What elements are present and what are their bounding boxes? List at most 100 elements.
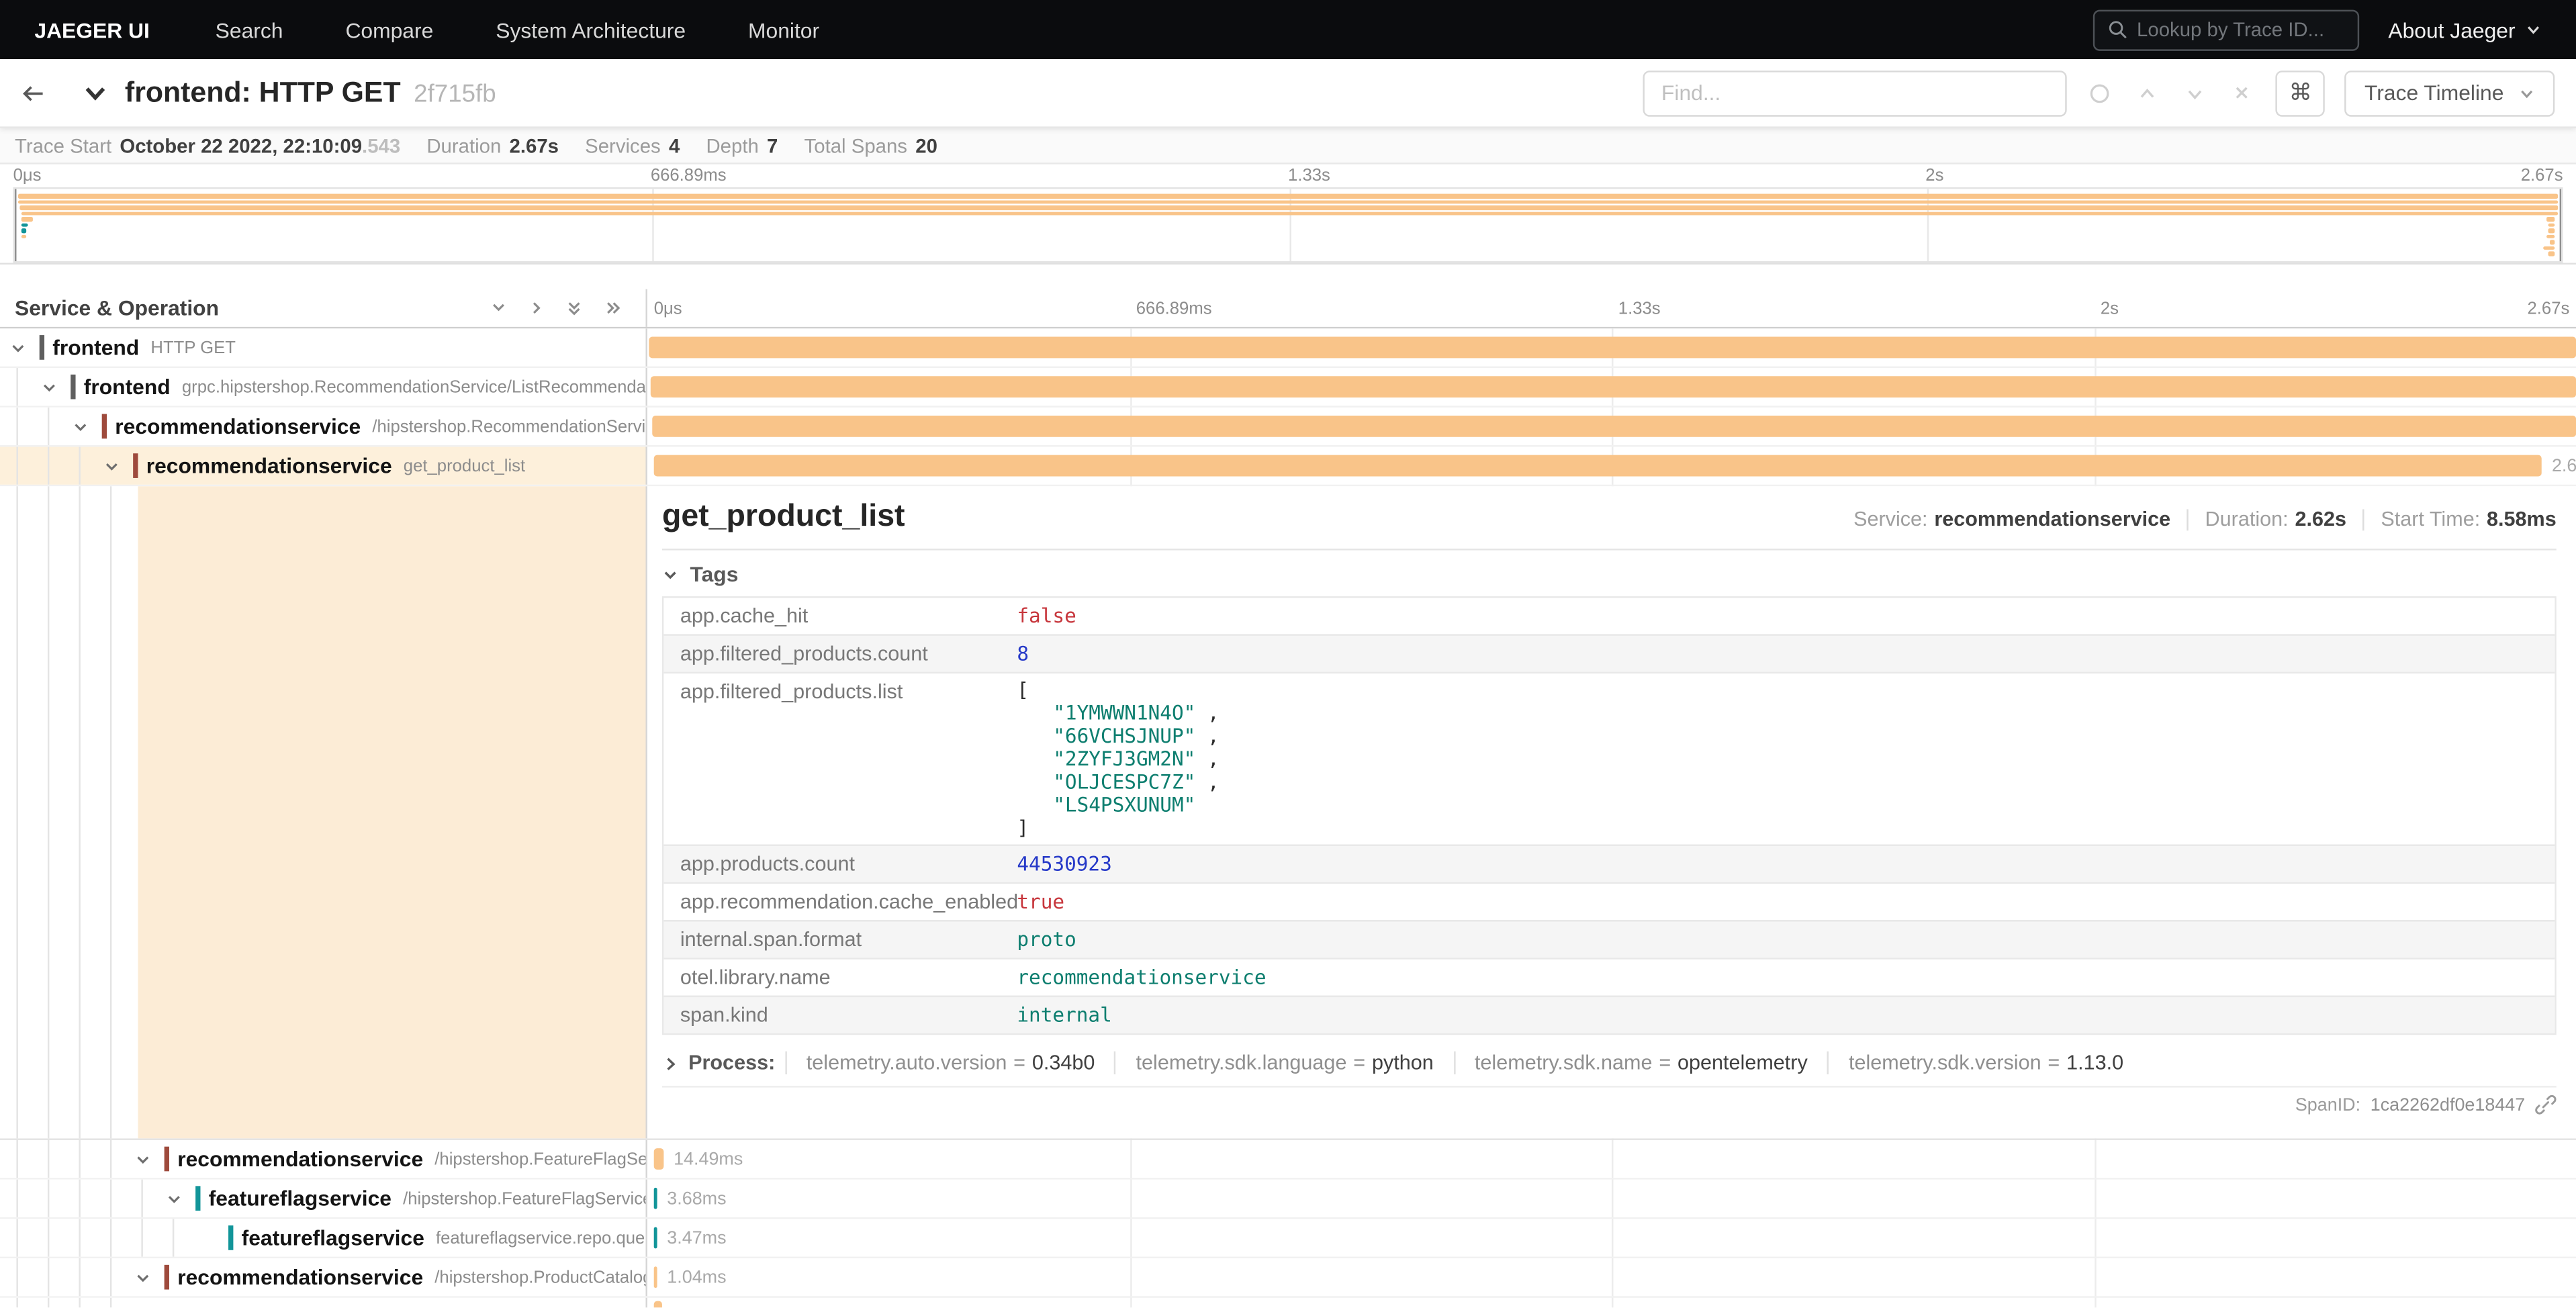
ruler-tick-label: 2.67s xyxy=(2527,289,2569,329)
back-button[interactable] xyxy=(19,80,46,106)
span-operation-name: /hipstershop.FeatureFlagService/Ge... xyxy=(403,1188,645,1208)
minimap-tick-label: 666.89ms xyxy=(651,165,727,187)
trace-minimap: 0μs 666.89ms 1.33s 2s 2.67s xyxy=(0,165,2576,265)
minimap-canvas[interactable] xyxy=(13,187,2563,263)
minimap-span xyxy=(19,205,2558,209)
span-detail-row: get_product_list Service:recommendations… xyxy=(0,486,2576,1140)
trace-total-spans: Total Spans20 xyxy=(804,134,937,156)
span-bar[interactable] xyxy=(649,337,2575,359)
find-next-button[interactable] xyxy=(2184,81,2207,104)
span-bar[interactable] xyxy=(653,1148,663,1170)
tag-key: app.filtered_products.count xyxy=(663,636,1001,672)
nav-item-search[interactable]: Search xyxy=(184,17,314,42)
span-row[interactable]: featureflagservice /hipstershop.FeatureF… xyxy=(0,1180,2576,1219)
ruler-tick-label: 0μs xyxy=(654,289,682,329)
trace-id-lookup[interactable] xyxy=(2092,9,2358,50)
expand-one-icon[interactable] xyxy=(527,299,545,317)
nav-item-compare[interactable]: Compare xyxy=(314,17,465,42)
collapse-chevron-icon[interactable] xyxy=(73,418,89,434)
span-duration-label: 3.68ms xyxy=(667,1189,726,1209)
span-service-name: recommendationservice xyxy=(165,1265,424,1290)
span-bar[interactable] xyxy=(654,1266,657,1288)
minimap-tick-label: 2s xyxy=(1925,165,1943,187)
about-jaeger-menu[interactable]: About Jaeger xyxy=(2358,17,2576,42)
minimap-scrubber-left[interactable] xyxy=(15,189,16,261)
collapse-all-icon[interactable] xyxy=(565,298,584,318)
span-service-name: frontend xyxy=(40,335,140,360)
process-tag: telemetry.sdk.version=1.13.0 xyxy=(1827,1052,2143,1074)
tag-key: app.recommendation.cache_enabled xyxy=(663,884,1001,920)
service-operation-header: Service & Operation xyxy=(0,289,647,327)
span-row-selected[interactable]: recommendationservice get_product_list 2… xyxy=(0,447,2576,486)
tag-value: internal xyxy=(1017,1004,1111,1027)
nav-item-system-architecture[interactable]: System Architecture xyxy=(465,17,717,42)
app-logo[interactable]: JAEGER UI xyxy=(0,17,184,42)
minimap-span xyxy=(2547,228,2555,232)
tag-row: app.filtered_products.list [ "1YMWWN1N4O… xyxy=(663,672,2555,845)
span-row[interactable]: frontend HTTP GET xyxy=(0,328,2576,368)
ruler-tick-label: 666.89ms xyxy=(1136,289,1212,329)
trace-depth: Depth7 xyxy=(706,134,778,156)
service-operation-title: Service & Operation xyxy=(15,295,490,320)
tag-key: internal.span.format xyxy=(663,921,1001,957)
span-bar[interactable] xyxy=(655,1227,658,1249)
command-icon: ⌘ xyxy=(2289,79,2312,107)
tag-key: app.filtered_products.list xyxy=(663,673,1001,844)
find-status-icon[interactable] xyxy=(2088,81,2111,104)
span-bar[interactable] xyxy=(651,376,2575,398)
collapse-chevron-icon[interactable] xyxy=(135,1151,151,1167)
span-row[interactable] xyxy=(0,1298,2576,1308)
trace-view-label: Trace Timeline xyxy=(2364,81,2503,105)
timeline-header: Service & Operation 0μs 666.89ms 1.33s 2… xyxy=(0,289,2576,329)
find-input[interactable] xyxy=(1643,70,2067,116)
span-bar[interactable] xyxy=(653,455,2542,477)
find-prev-button[interactable] xyxy=(2136,81,2159,104)
span-operation-name: featureflagservice.repo.query:fe... xyxy=(436,1228,645,1248)
deep-link-icon[interactable] xyxy=(2535,1094,2557,1115)
span-row[interactable]: featureflagservice featureflagservice.re… xyxy=(0,1219,2576,1258)
minimap-scrubber-right[interactable] xyxy=(2560,189,2561,261)
collapse-chevron-icon[interactable] xyxy=(10,339,26,355)
chevron-down-icon xyxy=(2518,85,2534,101)
collapse-chevron-icon[interactable] xyxy=(135,1269,151,1285)
tag-value: [ "1YMWWN1N4O" , "66VCHSJNUP" , "2ZYFJ3G… xyxy=(1001,673,1236,844)
span-id-value: 1ca2262df0e18447 xyxy=(2371,1095,2526,1115)
span-bar[interactable] xyxy=(653,1301,661,1308)
minimap-tick-label: 1.33s xyxy=(1288,165,1330,187)
collapse-chevron-icon[interactable] xyxy=(41,379,57,395)
tag-row: internal.span.format proto xyxy=(663,920,2555,957)
span-row[interactable]: recommendationservice /hipstershop.Featu… xyxy=(0,1140,2576,1180)
minimap-span xyxy=(18,199,2558,203)
find-clear-icon[interactable] xyxy=(2232,82,2253,103)
jaeger-trace-page: JAEGER UI Search Compare System Architec… xyxy=(0,0,2576,1308)
minimap-tick-label: 0μs xyxy=(13,165,42,187)
collapse-one-icon[interactable] xyxy=(490,299,508,317)
collapse-chevron-icon[interactable] xyxy=(103,457,120,473)
minimap-span xyxy=(2546,234,2555,238)
tree-guide xyxy=(110,1298,111,1308)
collapse-chevron-icon[interactable] xyxy=(166,1190,182,1206)
tags-section-toggle[interactable]: Tags xyxy=(662,562,2557,587)
span-row[interactable]: recommendationservice /hipstershop.Recom… xyxy=(0,408,2576,447)
minimap-ruler: 0μs 666.89ms 1.33s 2s 2.67s xyxy=(13,165,2563,187)
process-section-toggle[interactable]: Process: telemetry.auto.version=0.34b0 t… xyxy=(662,1052,2557,1074)
span-bar[interactable] xyxy=(653,416,2575,437)
nav-item-monitor[interactable]: Monitor xyxy=(717,17,851,42)
keyboard-shortcuts-button[interactable]: ⌘ xyxy=(2276,70,2325,116)
trace-collapse-chevron-icon[interactable] xyxy=(82,80,108,106)
span-row[interactable]: recommendationservice /hipstershop.Produ… xyxy=(0,1258,2576,1298)
expand-all-icon[interactable] xyxy=(603,299,623,317)
tag-key: app.products.count xyxy=(663,846,1001,882)
tree-guide xyxy=(79,1298,80,1308)
span-duration-label: 14.49ms xyxy=(674,1150,743,1170)
tag-value: false xyxy=(1017,604,1076,627)
tree-controls xyxy=(490,298,623,318)
trace-id-lookup-input[interactable] xyxy=(2137,18,2344,41)
detail-duration-value: 2.62s xyxy=(2295,508,2346,530)
span-bar[interactable] xyxy=(655,1188,658,1209)
timeline-ruler: 0μs 666.89ms 1.33s 2s 2.67s xyxy=(647,289,2576,327)
trace-view-select[interactable]: Trace Timeline xyxy=(2345,70,2555,116)
tag-row: otel.library.name recommendationservice xyxy=(663,957,2555,995)
span-row[interactable]: frontend grpc.hipstershop.Recommendation… xyxy=(0,368,2576,408)
trace-summary-bar: Trace StartOctober 22 2022, 22:10:09.543… xyxy=(0,128,2576,165)
